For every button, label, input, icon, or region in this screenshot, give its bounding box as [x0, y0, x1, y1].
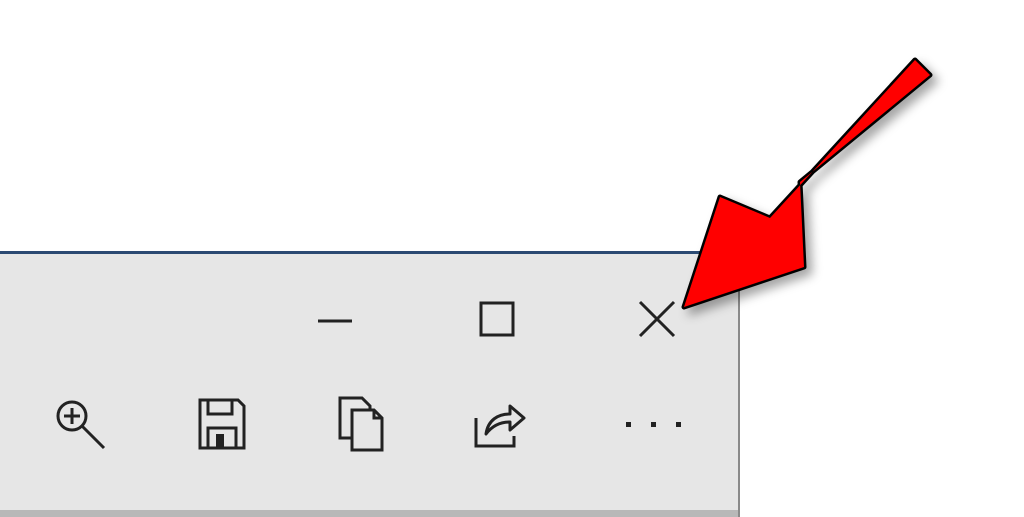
minimize-icon — [315, 299, 355, 339]
share-button[interactable] — [460, 384, 540, 464]
save-button[interactable] — [182, 384, 262, 464]
maximize-icon — [477, 299, 517, 339]
close-button[interactable] — [622, 284, 692, 354]
title-bar — [0, 254, 738, 354]
toolbar — [0, 384, 738, 464]
more-options-button[interactable] — [614, 384, 694, 464]
copy-button[interactable] — [322, 384, 402, 464]
photos-app-window — [0, 251, 740, 517]
more-icon — [619, 414, 689, 434]
zoom-in-button[interactable] — [40, 384, 120, 464]
share-icon — [470, 394, 530, 454]
close-icon — [637, 299, 677, 339]
window-bottom-edge — [0, 510, 738, 517]
minimize-button[interactable] — [300, 284, 370, 354]
copy-icon — [332, 394, 392, 454]
save-icon — [192, 394, 252, 454]
zoom-in-icon — [50, 394, 110, 454]
maximize-button[interactable] — [462, 284, 532, 354]
